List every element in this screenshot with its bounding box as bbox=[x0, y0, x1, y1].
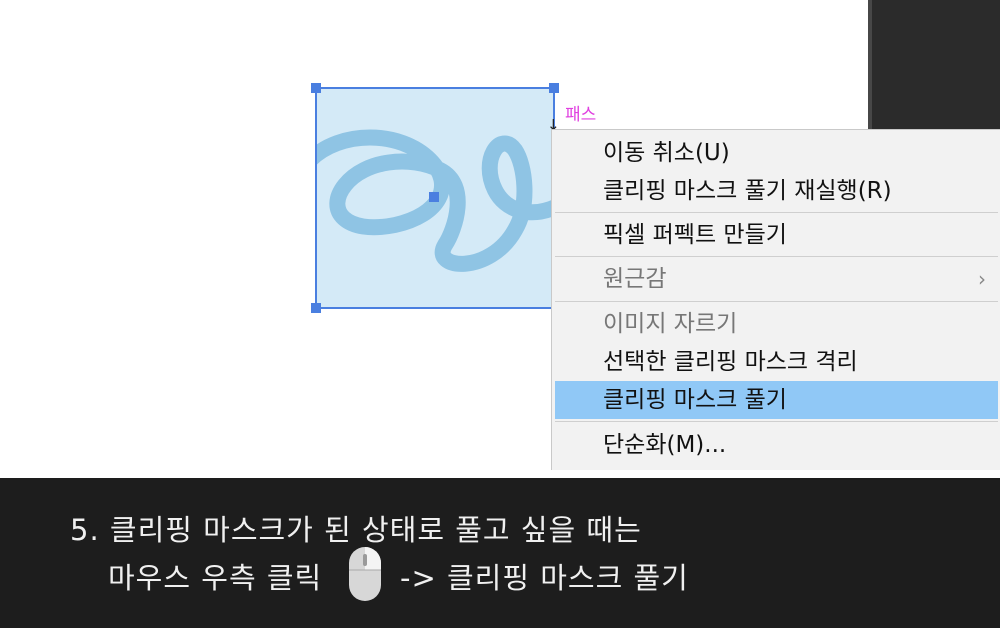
menu-item-label: 이동 취소(U) bbox=[603, 140, 730, 166]
menu-item-redo-release-clipping-mask[interactable]: 클리핑 마스크 풀기 재실행(R) bbox=[555, 172, 998, 210]
menu-item-label: 클리핑 마스크 풀기 bbox=[603, 387, 787, 413]
caption-line-1: 5. 클리핑 마스크가 된 상태로 풀고 싶을 때는 bbox=[70, 513, 642, 547]
chevron-right-icon: › bbox=[978, 267, 986, 291]
menu-item-simplify[interactable]: 단순화(M)... bbox=[555, 426, 998, 464]
menu-separator bbox=[555, 212, 998, 213]
handle-bottom-left bbox=[311, 303, 321, 313]
handle-top-right bbox=[549, 83, 559, 93]
caption-bar: 5. 클리핑 마스크가 된 상태로 풀고 싶을 때는 마우스 우측 클릭 -> … bbox=[0, 478, 1000, 628]
caption-line-2-end: -> 클리핑 마스크 풀기 bbox=[400, 561, 689, 595]
menu-item-crop-image[interactable]: 이미지 자르기 bbox=[555, 305, 998, 343]
panel-edge bbox=[868, 0, 872, 130]
menu-item-isolate-clipping-mask[interactable]: 선택한 클리핑 마스크 격리 bbox=[555, 343, 998, 381]
menu-item-make-pixel-perfect[interactable]: 픽셀 퍼펙트 만들기 bbox=[555, 216, 998, 254]
mouse-right-click-icon bbox=[349, 547, 381, 601]
menu-separator bbox=[555, 256, 998, 257]
context-menu: 이동 취소(U) 클리핑 마스크 풀기 재실행(R) 픽셀 퍼펙트 만들기 원근… bbox=[551, 129, 1000, 470]
caption-line-2-start: 마우스 우측 클릭 bbox=[108, 561, 323, 595]
menu-item-label: 원근감 bbox=[603, 266, 667, 292]
menu-item-label: 단순화(M)... bbox=[603, 432, 727, 458]
path-hover-label: 패스 bbox=[565, 105, 597, 125]
menu-item-label: 이미지 자르기 bbox=[603, 311, 738, 337]
menu-item-label: 픽셀 퍼펙트 만들기 bbox=[603, 222, 787, 248]
menu-separator bbox=[555, 421, 998, 422]
menu-separator bbox=[555, 301, 998, 302]
right-dark-panel bbox=[868, 0, 1000, 130]
menu-item-label: 클리핑 마스크 풀기 재실행(R) bbox=[603, 178, 892, 204]
menu-item-label: 선택한 클리핑 마스크 격리 bbox=[603, 349, 858, 375]
handle-top-left bbox=[311, 83, 321, 93]
menu-item-perspective[interactable]: 원근감 › bbox=[555, 260, 998, 298]
center-point bbox=[429, 192, 439, 202]
menu-item-undo-move[interactable]: 이동 취소(U) bbox=[555, 134, 998, 172]
menu-item-release-clipping-mask[interactable]: 클리핑 마스크 풀기 bbox=[555, 381, 998, 419]
